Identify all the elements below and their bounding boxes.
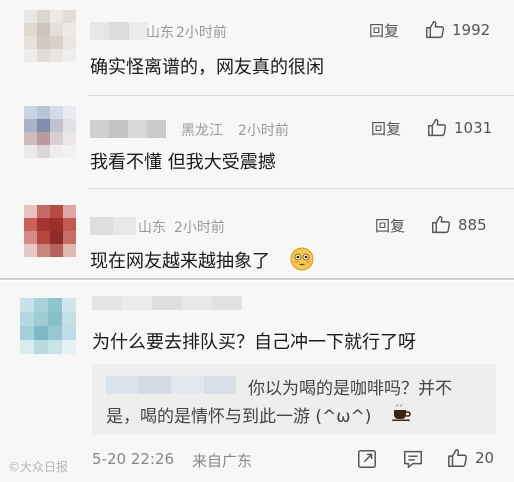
comment-location: 来自广东: [192, 452, 253, 470]
coffee-icon: [392, 404, 411, 421]
comment-location: 山东: [138, 220, 166, 236]
comment-time: 2小时前: [238, 123, 289, 139]
quoted-text-line1: 你以为喝的是咖啡吗？并不: [248, 379, 452, 399]
thumbs-up-icon: [432, 215, 451, 234]
like-count: 1992: [452, 20, 491, 39]
avatar[interactable]: [24, 10, 76, 62]
like-count: 885: [458, 215, 487, 234]
main-comment-card: 为什么要去排队买？自己冲一下就行了呀 你以为喝的是咖啡吗？并不 是，喝的是情怀与…: [0, 282, 514, 482]
avatar[interactable]: [24, 205, 76, 257]
comment-icon[interactable]: [402, 448, 424, 470]
comment-text: 为什么要去排队买？自己冲一下就行了呀: [92, 332, 416, 353]
like-count: 1031: [454, 118, 493, 137]
like-button[interactable]: 1992: [425, 19, 490, 40]
avatar[interactable]: [24, 106, 76, 158]
comment-text: 现在网友越来越抽象了: [90, 251, 270, 272]
comment-time: 2小时前: [174, 220, 225, 236]
quoted-reply[interactable]: 你以为喝的是咖啡吗？并不 是，喝的是情怀与到此一游 (^ω^): [92, 364, 496, 434]
quoted-text-line2: 是，喝的是情怀与到此一游 (^ω^): [106, 407, 372, 427]
username-blurred[interactable]: [90, 120, 166, 138]
reply-button[interactable]: 回复: [375, 215, 405, 236]
comment-item: 山东 2小时前 回复 1992 确实怪离谱的，网友真的很闲: [0, 0, 514, 95]
share-icon[interactable]: [356, 448, 378, 470]
comment-item: 黑龙江 2小时前 回复 1031 我看不懂 但我大受震撼: [0, 96, 514, 188]
like-button[interactable]: 885: [431, 214, 487, 235]
watermark: ©大众日报: [8, 460, 69, 474]
comment-text: 确实怪离谱的，网友真的很闲: [90, 57, 324, 78]
comment-location: 山东: [146, 25, 174, 41]
comment-text: 我看不懂 但我大受震撼: [90, 152, 276, 173]
comment-location: 黑龙江: [181, 123, 223, 139]
comment-time: 2小时前: [176, 25, 227, 41]
like-button[interactable]: 1031: [427, 117, 492, 138]
username-blurred[interactable]: [92, 296, 242, 310]
flushed-face-icon: [290, 247, 314, 271]
like-button[interactable]: 20: [447, 447, 494, 469]
like-count: 20: [475, 449, 495, 467]
sub-comments-card: 山东 2小时前 回复 1992 确实怪离谱的，网友真的很闲 黑龙江 2小时前 回…: [0, 0, 514, 280]
thumbs-up-icon: [448, 449, 467, 467]
quoted-username-blurred: [106, 376, 236, 394]
comment-date: 5-20 22:26: [92, 450, 175, 468]
thumbs-up-icon: [426, 20, 445, 39]
comment-item: 山东 2小时前 回复 885 现在网友越来越抽象了: [0, 189, 514, 279]
username-blurred[interactable]: [90, 217, 136, 235]
thumbs-up-icon: [428, 118, 447, 137]
username-blurred[interactable]: [90, 22, 148, 40]
reply-button[interactable]: 回复: [371, 118, 401, 139]
reply-button[interactable]: 回复: [369, 20, 399, 41]
avatar[interactable]: [20, 298, 76, 354]
